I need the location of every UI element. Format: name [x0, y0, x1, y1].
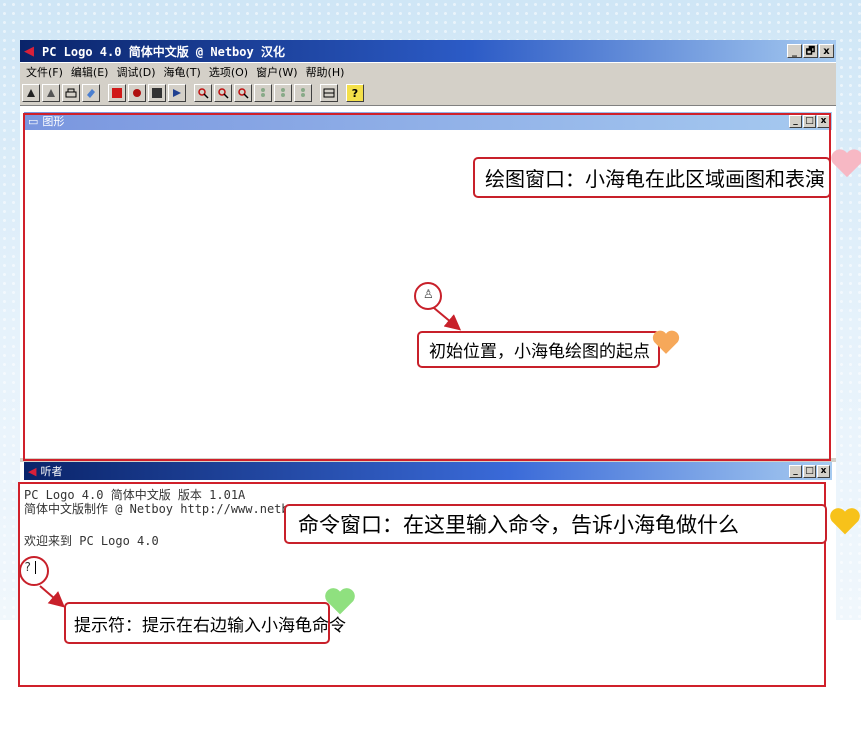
yellow-heart-icon	[830, 508, 860, 535]
pink-heart-icon	[831, 149, 861, 178]
prompt-callout: 提示符：提示在右边输入小海龟命令	[64, 602, 346, 644]
start-position-callout: 初始位置，小海龟绘图的起点	[417, 331, 660, 368]
prompt-arrow	[39, 585, 66, 608]
green-heart-icon	[325, 588, 355, 615]
start-position-arrow	[433, 307, 462, 331]
command-window-callout: 命令窗口：在这里输入命令，告诉小海龟做什么	[284, 504, 827, 544]
drawing-window-callout: 绘图窗口：小海龟在此区域画图和表演	[473, 157, 831, 198]
orange-heart-icon	[652, 330, 680, 354]
